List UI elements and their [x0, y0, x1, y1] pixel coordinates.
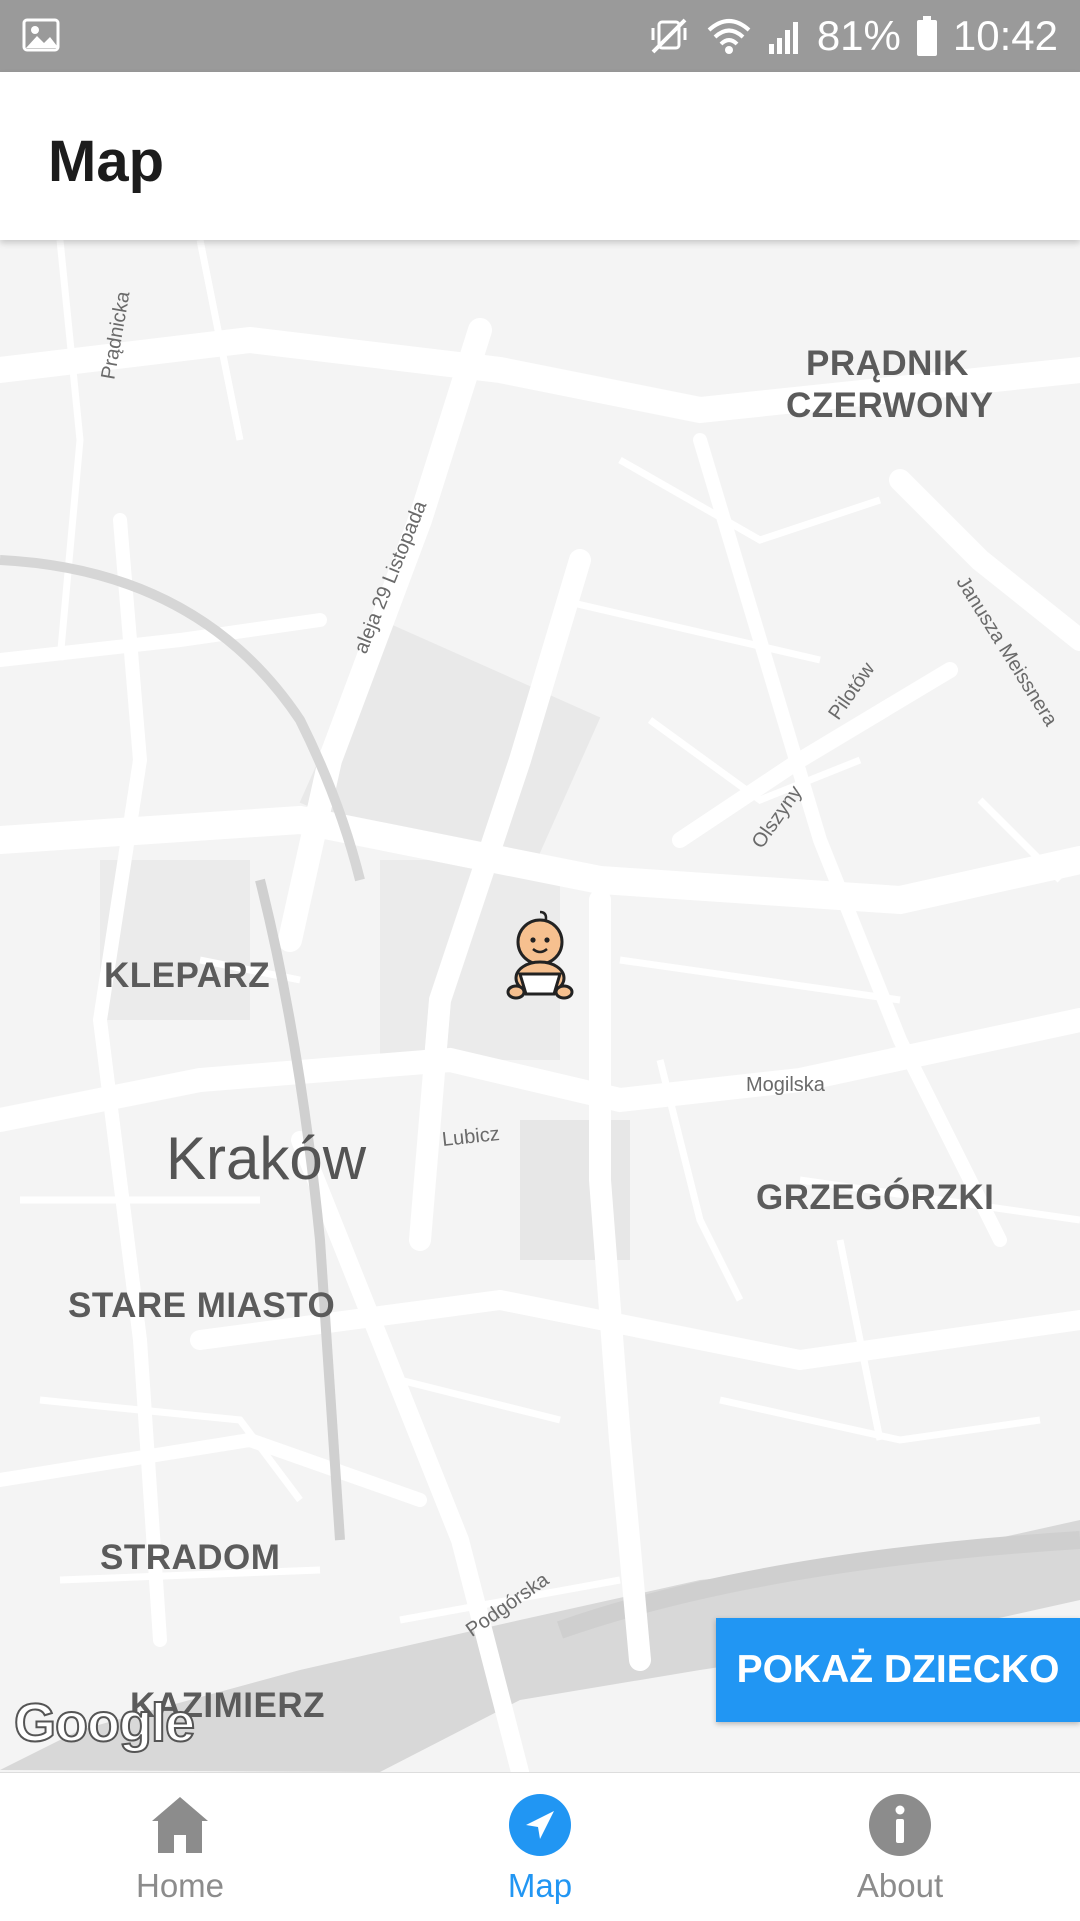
- navigation-icon: [509, 1794, 571, 1856]
- google-logo: Google: [13, 1692, 196, 1754]
- nav-label-map: Map: [507, 1867, 573, 1904]
- street-label: Mogilska: [746, 1074, 825, 1096]
- nav-label-about: About: [856, 1867, 944, 1904]
- image-icon: [22, 18, 60, 52]
- signal-icon: [768, 22, 798, 54]
- status-bar: 81% 10:42: [0, 0, 1080, 72]
- clock: 10:42: [952, 12, 1058, 59]
- district-label: STRADOM: [100, 1538, 281, 1577]
- city-label: Kraków: [166, 1125, 367, 1192]
- map-view[interactable]: PRĄDNIK CZERWONY KLEPARZ GRZEGÓRZKI STAR…: [0, 240, 1080, 1772]
- show-child-button[interactable]: POKAŻ DZIECKO: [716, 1618, 1080, 1722]
- district-label: KLEPARZ: [104, 956, 271, 995]
- nav-item-map[interactable]: Map: [360, 1773, 720, 1921]
- district-label: GRZEGÓRZKI: [756, 1178, 995, 1217]
- district-label: STARE MIASTO: [68, 1286, 336, 1325]
- battery-percent: 81%: [816, 12, 901, 59]
- district-label: CZERWONY: [786, 386, 994, 425]
- mute-icon: [651, 18, 687, 54]
- nav-item-about[interactable]: About: [720, 1773, 1080, 1921]
- nav-item-home[interactable]: Home: [0, 1773, 360, 1921]
- app-header: Map: [0, 72, 1080, 240]
- nav-label-home: Home: [135, 1867, 225, 1904]
- battery-icon: [916, 16, 937, 56]
- district-label: PRĄDNIK: [806, 344, 969, 383]
- wifi-icon: [707, 19, 751, 54]
- info-icon: [869, 1794, 931, 1856]
- baby-icon[interactable]: [506, 908, 574, 1000]
- home-icon: [152, 1797, 208, 1853]
- page-title: Map: [48, 129, 164, 194]
- bottom-nav: Home Map About: [0, 1772, 1080, 1921]
